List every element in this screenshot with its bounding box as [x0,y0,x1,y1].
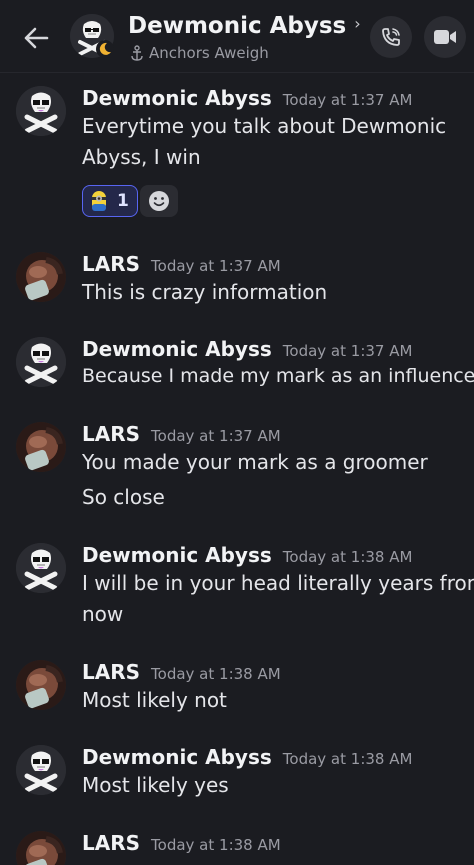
video-camera-icon [434,30,456,44]
avatar[interactable] [16,337,66,387]
message-text: Abyss, I win [82,145,201,169]
message-header: Dewmonic Abyss Today at 1:37 AM [82,86,412,110]
avatar[interactable] [16,543,66,593]
back-button[interactable] [16,20,56,56]
message-text: This is crazy information [82,280,328,304]
author-name[interactable]: Dewmonic Abyss [82,337,272,361]
minion-emoji-icon [92,191,106,211]
message-item[interactable]: Dewmonic Abyss Today at 1:37 AM Everytim… [0,86,474,226]
avatar[interactable] [16,831,66,865]
timestamp: Today at 1:37 AM [282,91,413,109]
channel-title[interactable]: Dewmonic Abyss › [128,13,361,39]
message-item[interactable]: LARS Today at 1:37 AM You made your mark… [0,422,474,517]
message-header: LARS Today at 1:37 AM [82,422,281,446]
message-text: Most likely not [82,688,227,712]
channel-subtitle-text: Anchors Aweigh [149,44,269,62]
message-text: I will be in your head literally years f… [82,571,474,595]
reaction-pill[interactable]: 1 [82,185,138,217]
message-item[interactable]: Dewmonic Abyss Today at 1:38 AM Most lik… [0,745,474,805]
channel-subtitle: Anchors Aweigh [130,44,269,62]
author-name[interactable]: LARS [82,660,140,684]
author-name[interactable]: Dewmonic Abyss [82,745,272,769]
anchor-icon [131,45,143,61]
channel-title-text: Dewmonic Abyss [128,13,347,39]
message-text: Most likely yes [82,773,229,797]
add-reaction-button[interactable] [140,185,178,217]
message-text: now [82,602,124,626]
message-item[interactable]: Dewmonic Abyss Today at 1:37 AM Because … [0,337,474,397]
timestamp: Today at 1:38 AM [151,836,281,854]
chevron-right-icon: › [354,13,361,33]
timestamp: Today at 1:37 AM [151,427,281,445]
avatar[interactable] [16,86,66,136]
timestamp: Today at 1:38 AM [151,665,281,683]
author-name[interactable]: LARS [82,252,140,276]
message-header: LARS Today at 1:38 AM [82,660,281,684]
avatar[interactable] [16,252,66,302]
message-header: LARS Today at 1:38 AM [82,831,281,855]
message-text: You made your mark as a groomer [82,450,428,474]
avatar[interactable] [16,660,66,710]
message-header: Dewmonic Abyss Today at 1:38 AM [82,745,412,769]
author-name[interactable]: LARS [82,422,140,446]
timestamp: Today at 1:38 AM [282,750,413,768]
timestamp: Today at 1:37 AM [282,342,413,360]
timestamp: Today at 1:38 AM [282,548,413,566]
message-header: LARS Today at 1:37 AM [82,252,281,276]
message-text: Because I made my mark as an influencer [82,365,474,387]
message-header: Dewmonic Abyss Today at 1:38 AM [82,543,412,567]
message-item[interactable]: LARS Today at 1:37 AM This is crazy info… [0,252,474,312]
message-text: Everytime you talk about Dewmonic [82,114,447,138]
arrow-left-icon [24,27,49,49]
voice-call-button[interactable] [370,16,412,58]
message-item[interactable]: LARS Today at 1:38 AM [0,831,474,865]
phone-call-icon [382,28,400,46]
message-item[interactable]: LARS Today at 1:38 AM Most likely not [0,660,474,720]
moon-status-icon [96,40,114,58]
message-item[interactable]: Dewmonic Abyss Today at 1:38 AM I will b… [0,543,474,638]
smiley-icon [149,191,169,211]
author-name[interactable]: Dewmonic Abyss [82,86,272,110]
message-text: So close [82,485,165,509]
avatar[interactable] [16,745,66,795]
video-call-button[interactable] [424,16,466,58]
timestamp: Today at 1:37 AM [151,257,281,275]
author-name[interactable]: Dewmonic Abyss [82,543,272,567]
author-name[interactable]: LARS [82,831,140,855]
channel-header: Dewmonic Abyss › Anchors Aweigh [0,0,474,73]
reaction-count: 1 [117,191,129,211]
message-header: Dewmonic Abyss Today at 1:37 AM [82,337,412,361]
avatar[interactable] [16,422,66,472]
